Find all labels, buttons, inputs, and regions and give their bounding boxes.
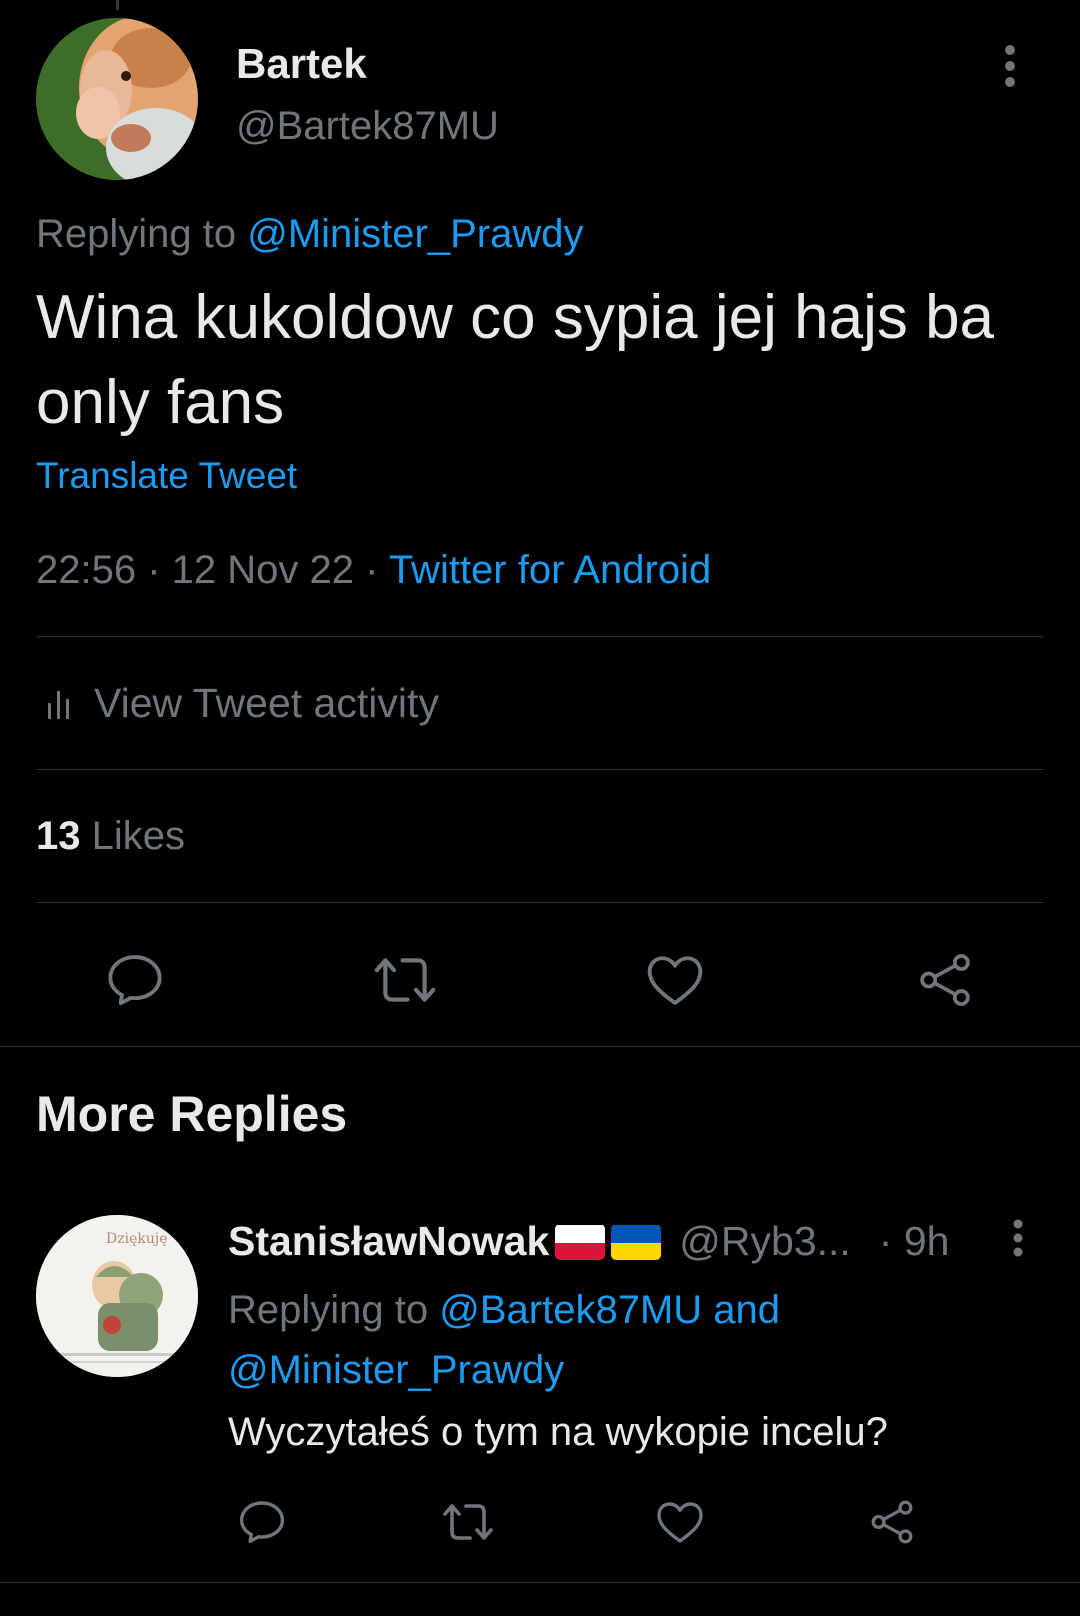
share-button[interactable] xyxy=(910,945,980,1015)
thread-connector-line xyxy=(116,0,119,10)
tweet-source-link[interactable]: Twitter for Android xyxy=(389,548,711,592)
tweet-date: 12 Nov 22 xyxy=(171,548,354,592)
tweet-text: Wina kukoldow co sypia jej hajs ba only … xyxy=(36,283,995,437)
reply-like-button[interactable] xyxy=(650,1492,710,1552)
reply-author-handle[interactable]: @Ryb3... xyxy=(679,1218,851,1265)
more-vertical-icon[interactable] xyxy=(1012,1219,1024,1257)
drawing-avatar-image: Dziękuję xyxy=(36,1215,198,1377)
reply-text: Wyczytałeś o tym na wykopie incelu? xyxy=(228,1410,888,1454)
retweet-icon xyxy=(443,1504,493,1540)
reply-reply-button[interactable] xyxy=(232,1492,292,1552)
view-tweet-activity-label: View Tweet activity xyxy=(94,680,439,726)
reply-replying-to-link-2[interactable]: @Minister_Prawdy xyxy=(228,1348,564,1392)
author-name[interactable]: Bartek xyxy=(236,40,367,88)
poland-flag-icon xyxy=(555,1224,606,1260)
likes-count: 13 xyxy=(36,814,81,858)
translate-tweet-link[interactable]: Translate Tweet xyxy=(36,455,297,497)
share-icon xyxy=(871,1500,913,1544)
meta-separator: · xyxy=(354,548,389,592)
divider xyxy=(0,1582,1080,1583)
divider xyxy=(36,636,1044,637)
tweet-meta: 22:56 · 12 Nov 22 · Twitter for Android xyxy=(36,548,711,593)
svg-text:Dziękuję: Dziękuję xyxy=(106,1231,168,1247)
like-button[interactable] xyxy=(640,945,710,1015)
author-handle[interactable]: @Bartek87MU xyxy=(236,104,499,149)
reply-author-name[interactable]: StanisławNowak xyxy=(228,1218,549,1265)
bar-chart-icon xyxy=(48,690,69,719)
reply-button[interactable] xyxy=(100,945,170,1015)
heart-icon xyxy=(657,1502,703,1543)
reply-icon xyxy=(108,955,162,1006)
retweet-button[interactable] xyxy=(370,945,440,1015)
divider xyxy=(36,769,1044,770)
meta-separator: · xyxy=(136,548,172,592)
section-divider xyxy=(0,1046,1080,1047)
ukraine-flag-icon xyxy=(611,1224,662,1260)
reply-share-button[interactable] xyxy=(862,1492,922,1552)
divider xyxy=(36,902,1044,903)
heart-icon xyxy=(647,956,703,1005)
replying-to-link[interactable]: @Minister_Prawdy xyxy=(247,212,583,256)
proboscis-monkey-avatar-image xyxy=(36,18,198,180)
reply-age: · 9h xyxy=(878,1218,950,1264)
more-vertical-icon[interactable] xyxy=(1004,44,1016,88)
retweet-icon xyxy=(374,958,436,1002)
tweet-time: 22:56 xyxy=(36,548,137,592)
reply-replying-prefix: Replying to xyxy=(228,1288,440,1332)
reply-author-avatar[interactable]: Dziękuję xyxy=(36,1215,198,1377)
reply-icon xyxy=(239,1501,285,1543)
likes-stat[interactable]: 13 Likes xyxy=(36,814,185,859)
replying-to-line: Replying to @Minister_Prawdy xyxy=(36,212,583,257)
view-tweet-activity-button[interactable]: View Tweet activity xyxy=(46,680,439,727)
reply-replying-to-line: Replying to @Bartek87MU and @Minister_Pra… xyxy=(228,1280,780,1400)
reply-replying-to-link-1[interactable]: @Bartek87MU and xyxy=(439,1288,780,1332)
reply-retweet-button[interactable] xyxy=(438,1492,498,1552)
author-avatar[interactable] xyxy=(36,18,198,180)
replying-to-prefix: Replying to xyxy=(36,212,248,256)
share-icon xyxy=(920,954,970,1006)
more-replies-heading: More Replies xyxy=(36,1086,348,1142)
likes-label: Likes xyxy=(91,814,186,858)
reply-header: StanisławNowak @Ryb3... · 9h xyxy=(228,1218,949,1265)
